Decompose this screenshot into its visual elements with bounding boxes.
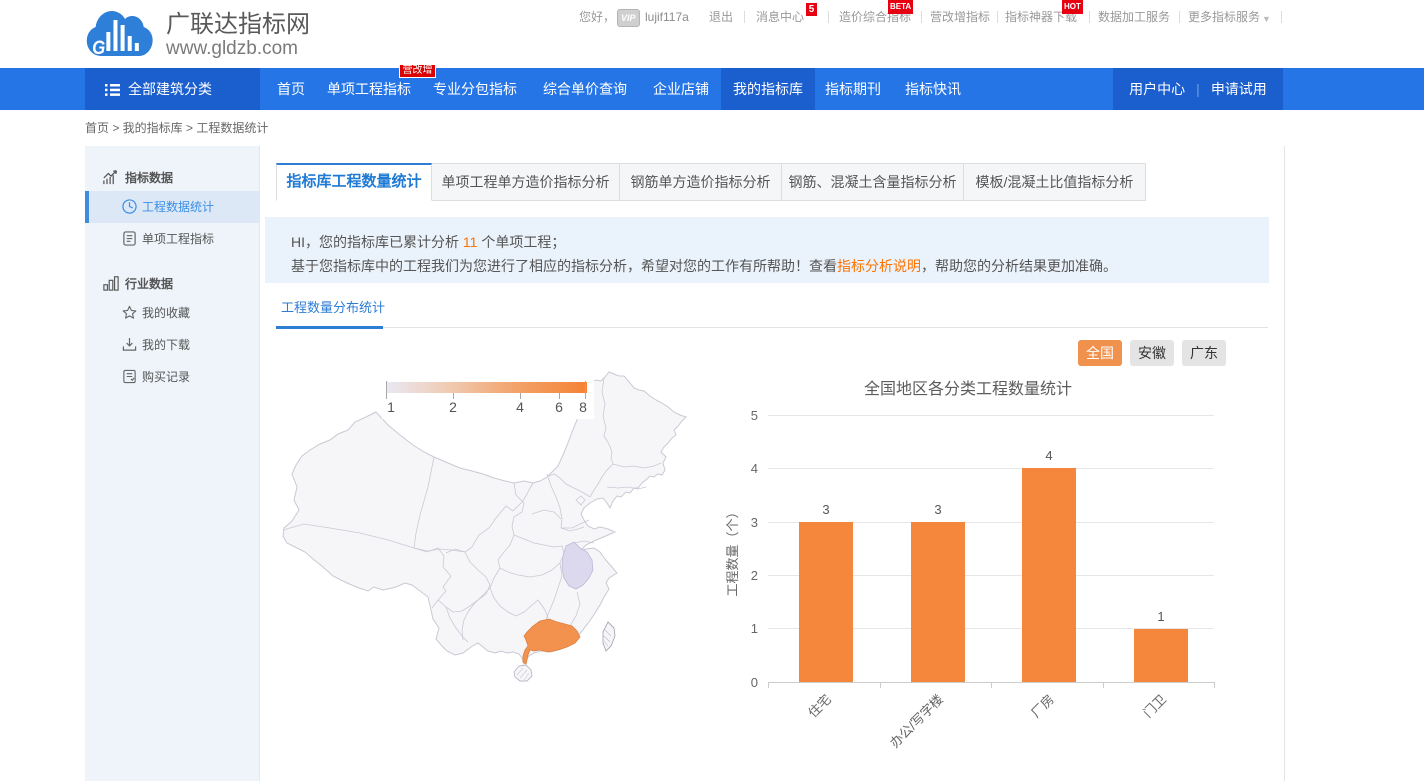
svg-text:8: 8: [579, 399, 587, 415]
svg-text:6: 6: [555, 399, 563, 415]
svg-text:4: 4: [751, 461, 758, 476]
svg-text:1: 1: [751, 621, 758, 636]
svg-text:3: 3: [751, 515, 758, 530]
svg-text:5: 5: [751, 408, 758, 423]
svg-text:厂房: 厂房: [1028, 692, 1057, 721]
svg-text:门卫: 门卫: [1140, 692, 1169, 721]
svg-text:工程数量（个）: 工程数量（个）: [725, 505, 740, 596]
svg-text:2: 2: [751, 568, 758, 583]
svg-text:1: 1: [387, 399, 395, 415]
svg-text:3: 3: [822, 502, 829, 517]
svg-text:2: 2: [449, 399, 457, 415]
svg-text:住宅: 住宅: [805, 692, 834, 721]
svg-text:0: 0: [751, 675, 758, 690]
svg-text:1: 1: [1157, 609, 1164, 624]
svg-text:4: 4: [1045, 448, 1052, 463]
svg-text:办公/写字楼: 办公/写字楼: [887, 692, 946, 751]
svg-text:G: G: [92, 37, 105, 58]
svg-text:全国地区各分类工程数量统计: 全国地区各分类工程数量统计: [864, 380, 1072, 398]
svg-text:4: 4: [516, 399, 524, 415]
svg-text:www.gldzb.com: www.gldzb.com: [165, 38, 298, 59]
svg-text:3: 3: [934, 502, 941, 517]
